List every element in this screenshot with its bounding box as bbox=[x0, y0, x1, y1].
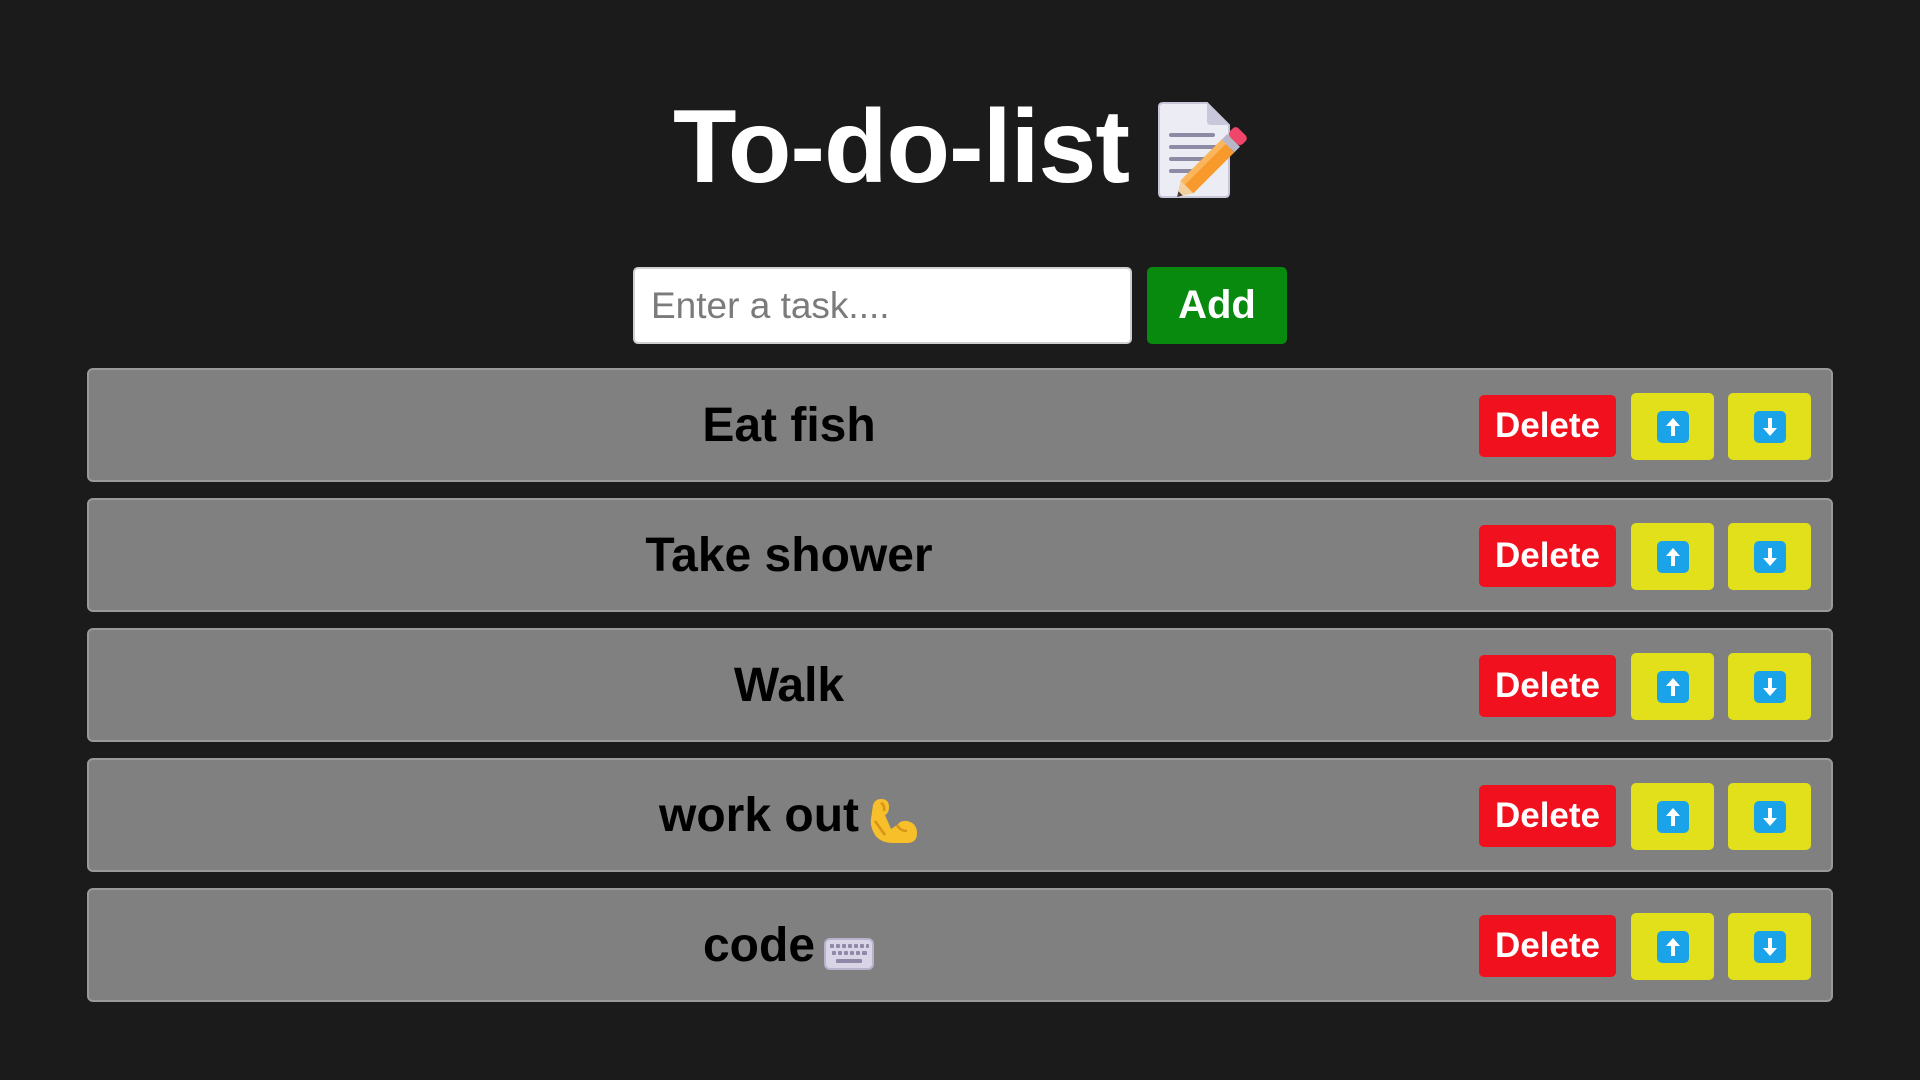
down-arrow-icon bbox=[1753, 410, 1786, 443]
move-down-button[interactable] bbox=[1728, 523, 1811, 590]
delete-button[interactable]: Delete bbox=[1479, 655, 1616, 717]
move-up-button[interactable] bbox=[1631, 913, 1714, 980]
move-up-button[interactable] bbox=[1631, 393, 1714, 460]
task-item: Walk Delete bbox=[87, 628, 1833, 742]
move-down-button[interactable] bbox=[1728, 913, 1811, 980]
up-arrow-icon bbox=[1656, 410, 1689, 443]
down-arrow-icon bbox=[1753, 930, 1786, 963]
keyboard-icon bbox=[823, 925, 875, 977]
task-label: Walk bbox=[733, 658, 845, 712]
up-arrow-icon bbox=[1656, 670, 1689, 703]
task-text: code bbox=[89, 890, 1489, 1000]
task-list: Eat fish Delete Take shower Delete Walk … bbox=[87, 368, 1833, 1018]
move-down-button[interactable] bbox=[1728, 393, 1811, 460]
up-arrow-icon bbox=[1656, 930, 1689, 963]
delete-button[interactable]: Delete bbox=[1479, 395, 1616, 457]
memo-pencil-icon bbox=[1155, 101, 1247, 201]
move-up-button[interactable] bbox=[1631, 653, 1714, 720]
task-item: Eat fish Delete bbox=[87, 368, 1833, 482]
flexed-biceps-icon bbox=[867, 795, 919, 847]
task-text: Eat fish bbox=[89, 370, 1489, 480]
delete-button[interactable]: Delete bbox=[1479, 915, 1616, 977]
down-arrow-icon bbox=[1753, 800, 1786, 833]
header: To-do-list bbox=[0, 82, 1920, 212]
task-input[interactable] bbox=[633, 267, 1132, 344]
task-text: Take shower bbox=[89, 500, 1489, 610]
task-label: work out bbox=[659, 788, 859, 842]
move-up-button[interactable] bbox=[1631, 783, 1714, 850]
delete-button[interactable]: Delete bbox=[1479, 525, 1616, 587]
down-arrow-icon bbox=[1753, 540, 1786, 573]
task-item: Take shower Delete bbox=[87, 498, 1833, 612]
page-title: To-do-list bbox=[673, 89, 1130, 205]
task-entry-row: Add bbox=[0, 267, 1920, 344]
move-up-button[interactable] bbox=[1631, 523, 1714, 590]
task-text: Walk bbox=[89, 630, 1489, 740]
add-button[interactable]: Add bbox=[1147, 267, 1287, 344]
task-label: Take shower bbox=[645, 528, 933, 582]
up-arrow-icon bbox=[1656, 800, 1689, 833]
move-down-button[interactable] bbox=[1728, 653, 1811, 720]
move-down-button[interactable] bbox=[1728, 783, 1811, 850]
task-label: Eat fish bbox=[702, 398, 876, 452]
task-label: code bbox=[702, 918, 816, 972]
task-item: code Delete bbox=[87, 888, 1833, 1002]
task-item: work out Delete bbox=[87, 758, 1833, 872]
up-arrow-icon bbox=[1656, 540, 1689, 573]
delete-button[interactable]: Delete bbox=[1479, 785, 1616, 847]
task-text: work out bbox=[89, 760, 1489, 870]
down-arrow-icon bbox=[1753, 670, 1786, 703]
